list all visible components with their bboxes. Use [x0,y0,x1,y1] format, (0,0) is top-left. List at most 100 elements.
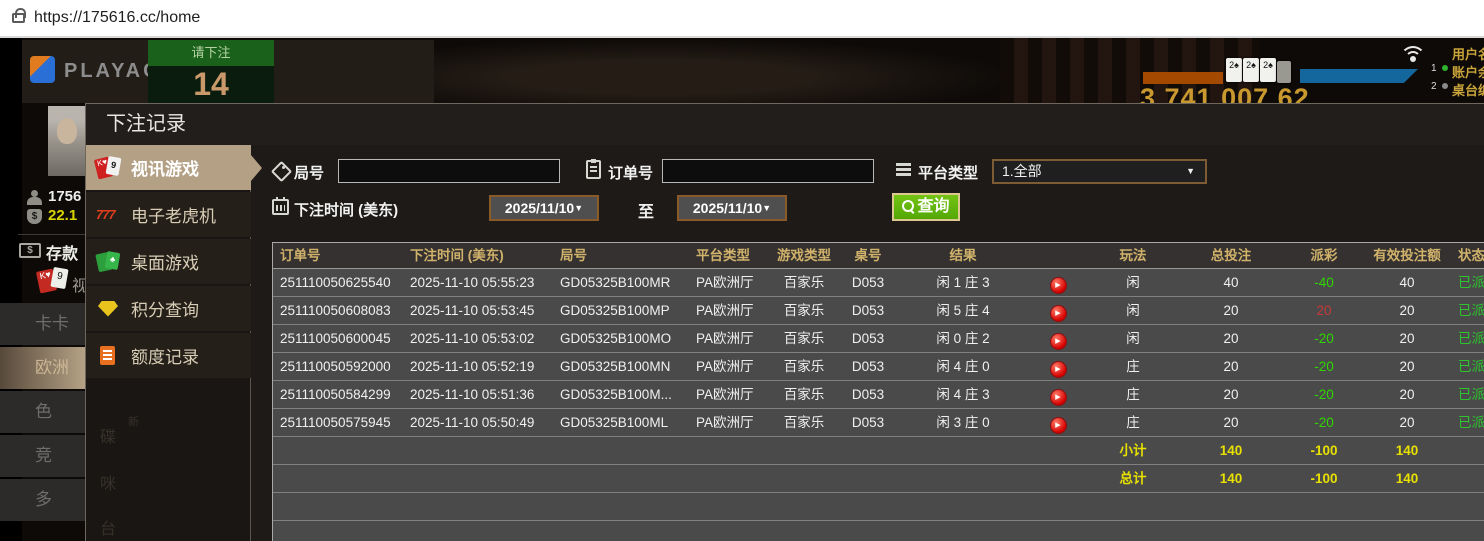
status-dot-gray [1442,83,1448,89]
col-header-result: 结果 [949,248,977,263]
platform-icon [896,162,913,179]
tab-quota-records[interactable]: 额度记录 [86,333,251,378]
replay-button[interactable]: ▶ [1049,417,1067,434]
total-row-game [771,465,837,492]
subtotal-row-bet: 140 [1219,443,1243,458]
cell-round: GD05325B100M... [560,387,672,402]
dealt-card: 2♠ [1260,58,1276,82]
subtotal-row-play: 小计 [1119,443,1147,458]
cell-platform: PA欧洲厅 [696,331,754,346]
col-header-round: 局号 [560,248,587,263]
replay-button[interactable]: ▶ [1049,305,1067,322]
cell-payout: -20 [1314,331,1334,346]
empty-row [273,493,1484,521]
cell-payout: -20 [1314,387,1334,402]
tab-video-games[interactable]: K♥ 9 视讯游戏 [86,145,262,190]
bet-time-label: 下注时间 (美东) [294,202,399,219]
subtotal-row-game [771,437,837,464]
casino-scene-backdrop [420,38,1020,104]
user-icon [27,190,42,205]
game-page: PLAYACE 请下注 14 2♠ 2♠ 2♠ 3,741,007.62 用户名… [0,38,1484,541]
cell-valid: 40 [1399,275,1415,290]
dealt-card: 2♠ [1226,58,1242,82]
cell-tableNo: D053 [851,331,885,346]
cell-result: 闲 4 庄 3 [936,387,990,402]
cell-replay: ▶ [1027,325,1089,352]
cash-icon: $ [19,243,41,258]
status-dot-green [1442,65,1448,71]
total-row-time [403,465,553,492]
cell-tableNo: D053 [851,359,885,374]
cell-platform: PA欧洲厅 [696,359,754,374]
cell-game: 百家乐 [783,359,825,374]
subtotal-row-status [1451,437,1484,464]
cell-status: 已派彩 [1458,359,1484,374]
cell-bet: 20 [1223,359,1239,374]
bet-table-body: 251110050625540 2025-11-10 05:55:23 GD0532… [273,269,1484,541]
divider [18,234,85,235]
cell-valid: 20 [1399,331,1415,346]
subtotal-row-tableNo [837,437,899,464]
deposit-button[interactable]: 存款 [46,240,78,264]
cell-order: 251110050625540 [280,275,391,290]
account-label: 账户余 [1452,65,1484,80]
cell-round: GD05325B100ML [560,415,669,430]
cell-game: 百家乐 [783,331,825,346]
total-row-play: 总计 [1119,471,1147,486]
cell-bet: 20 [1223,387,1239,402]
col-header-play_btn [1027,243,1089,268]
search-button[interactable]: 查询 [892,193,960,221]
round-input[interactable] [338,159,560,183]
platform-select[interactable]: 1.全部 ▼ [992,159,1207,184]
total-row-valid: 140 [1395,471,1419,486]
cell-order: 251110050575945 [280,415,391,430]
dealt-card: 2♠ [1243,58,1259,82]
table-row: 251110050608083 2025-11-10 05:53:45 GD0532… [273,297,1484,325]
col-header-game: 游戏类型 [777,248,831,263]
col-header-order: 订单号 [280,248,321,263]
date-to-select[interactable]: 2025/11/10▼ [677,195,787,221]
lock-icon [12,8,26,23]
cell-round: GD05325B100MO [560,331,672,346]
url-field[interactable]: https://175616.cc/home [34,0,200,36]
cell-result: 闲 0 庄 2 [936,331,990,346]
bet-prompt: 请下注 [148,40,274,66]
cell-status: 已派彩 [1458,387,1484,402]
cell-status: 已派彩 [1458,331,1484,346]
replay-button[interactable]: ▶ [1049,361,1067,378]
replay-button[interactable]: ▶ [1049,389,1067,406]
cell-order: 251110050592000 [280,359,391,374]
order-input[interactable] [662,159,874,183]
replay-button[interactable]: ▶ [1049,333,1067,350]
account-label: 用户名 [1452,47,1484,62]
table-row: 251110050584299 2025-11-10 05:51:36 GD0532… [273,381,1484,409]
table-row: 251110050600045 2025-11-10 05:53:02 GD0532… [273,325,1484,353]
cell-status: 已派彩 [1458,275,1484,290]
tab-table-games[interactable]: ♣ 桌面游戏 [86,239,251,284]
chevron-down-icon: ▼ [574,203,584,213]
cell-order: 251110050608083 [280,303,391,318]
cell-play: 庄 [1126,415,1140,430]
table-row: 251110050592000 2025-11-10 05:52:19 GD0532… [273,353,1484,381]
col-header-time: 下注时间 (美东) [410,248,504,263]
to-label: 至 [638,204,655,221]
subtotal-row: 小计 140 -100 140 [273,437,1484,465]
video-games-cards-icon: 9 [50,266,69,290]
cell-time: 2025-11-10 05:50:49 [410,415,535,430]
round-label: 局号 [294,165,325,182]
bet-history-modal: 下注记录 K♥ 9 视讯游戏 777 电子老虎机 ♣ 桌面游戏 积分查询 额度记录 [85,103,1484,541]
tab-points-query[interactable]: 积分查询 [86,286,251,331]
cell-play: 闲 [1126,303,1140,318]
cell-payout: -20 [1314,359,1334,374]
cell-play: 闲 [1126,275,1140,290]
date-from-select[interactable]: 2025/11/10▼ [489,195,599,221]
tab-slots[interactable]: 777 电子老虎机 [86,192,251,237]
cell-time: 2025-11-10 05:52:19 [410,359,535,374]
col-header-payout: 派彩 [1310,248,1338,263]
playing-cards-icon: K♥ 9 [93,155,122,181]
avatar[interactable] [48,106,86,176]
cell-time: 2025-11-10 05:53:45 [410,303,535,318]
empty-row [273,521,1484,541]
platform-label: 平台类型 [918,165,979,182]
replay-button[interactable]: ▶ [1049,277,1067,294]
